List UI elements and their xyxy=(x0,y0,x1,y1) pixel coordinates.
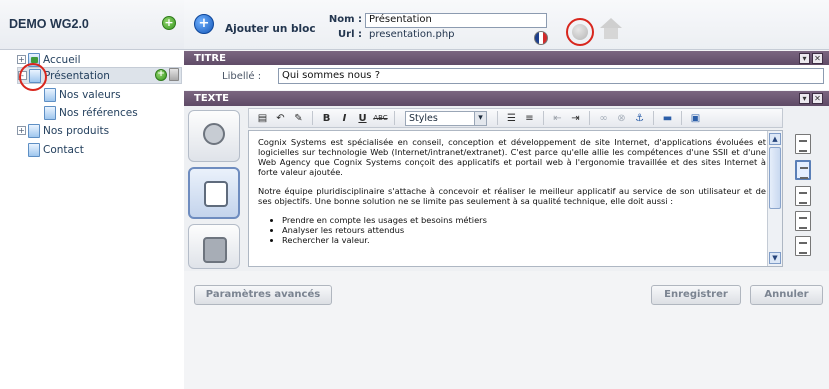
add-page-icon[interactable]: + xyxy=(162,16,176,30)
list-item: Prendre en compte les usages et besoins … xyxy=(282,215,766,225)
clean-format-icon[interactable]: ✎ xyxy=(291,111,306,126)
toolbar-divider xyxy=(497,111,498,125)
toolbar-divider xyxy=(653,111,654,125)
rich-text-document[interactable]: Cognix Systems est spécialisée en consei… xyxy=(248,130,783,267)
scroll-up-icon[interactable]: ▲ xyxy=(769,133,781,145)
tree-item-label: Nos produits xyxy=(43,124,110,137)
page-icon xyxy=(44,105,56,120)
paragraph: Cognix Systems est spécialisée en consei… xyxy=(258,137,766,177)
tab-edit[interactable] xyxy=(188,167,240,219)
collapse-section-icon[interactable]: ▾ xyxy=(799,93,810,104)
bullet-list: Prendre en compte les usages et besoins … xyxy=(282,215,766,245)
list-item: Rechercher la valeur. xyxy=(282,235,766,245)
tab-media[interactable] xyxy=(188,224,240,269)
underline-button[interactable]: U xyxy=(355,111,370,126)
scroll-down-icon[interactable]: ▼ xyxy=(769,252,781,264)
tree-item-nos-produits[interactable]: + Nos produits xyxy=(17,122,109,139)
page-icon xyxy=(28,123,40,138)
page-icon xyxy=(28,142,40,157)
layout-image-top-icon[interactable] xyxy=(795,211,811,231)
tree-item-label: Accueil xyxy=(43,53,81,66)
tab-preview[interactable] xyxy=(188,110,240,162)
advanced-settings-button[interactable]: Paramètres avancés xyxy=(194,285,332,305)
toolbar-divider xyxy=(681,111,682,125)
link-icon[interactable]: ∞ xyxy=(596,111,611,126)
magnifier-icon xyxy=(203,123,225,145)
tree-item-nos-references[interactable]: Nos références xyxy=(44,104,138,121)
page-editor-panel: + Ajouter un bloc Nom : Présentation Url… xyxy=(184,0,829,389)
indent-icon[interactable]: ⇥ xyxy=(568,111,583,126)
styles-select[interactable]: Styles xyxy=(405,110,487,126)
italic-button[interactable]: I xyxy=(337,111,352,126)
close-section-icon[interactable]: ✕ xyxy=(812,93,823,104)
bold-button[interactable]: B xyxy=(319,111,334,126)
add-block-icon[interactable]: + xyxy=(194,14,214,34)
media-icon xyxy=(203,237,227,263)
toolbar-divider xyxy=(394,111,395,125)
language-flag-icon[interactable] xyxy=(534,31,548,45)
strikethrough-button[interactable]: ABC xyxy=(373,111,388,126)
tree-item-contact[interactable]: Contact xyxy=(28,141,84,158)
add-child-page-icon[interactable]: + xyxy=(155,69,167,81)
document-content[interactable]: Cognix Systems est spécialisée en consei… xyxy=(258,137,766,245)
tree-item-label: Contact xyxy=(43,143,84,156)
highlight-circle xyxy=(19,63,47,91)
toolbar-divider xyxy=(543,111,544,125)
paragraph: Notre équipe pluridisciplinaire s'attach… xyxy=(258,186,766,206)
scrollbar-thumb[interactable] xyxy=(769,147,781,209)
site-header: DEMO WG2.0 + xyxy=(0,0,184,50)
toolbar-divider xyxy=(312,111,313,125)
rich-text-toolbar: ▤ ↶ ✎ B I U ABC Styles ☰ ≡ ⇤ ⇥ ∞ ⊗ ⚓ ▬ ▣ xyxy=(248,108,783,128)
site-title: DEMO WG2.0 xyxy=(9,17,89,31)
vertical-scrollbar[interactable]: ▲ ▼ xyxy=(767,131,782,266)
titre-section-header: TITRE ▾ ✕ xyxy=(184,51,829,66)
bulleted-list-icon[interactable]: ☰ xyxy=(504,111,519,126)
highlight-circle xyxy=(566,18,594,46)
unlink-icon[interactable]: ⊗ xyxy=(614,111,629,126)
expand-icon[interactable]: + xyxy=(17,126,26,135)
page-name-input[interactable]: Présentation xyxy=(365,13,547,28)
tree-item-label: Présentation xyxy=(44,69,110,82)
numbered-list-icon[interactable]: ≡ xyxy=(522,111,537,126)
edit-document-icon xyxy=(204,181,228,207)
site-tree-panel: DEMO WG2.0 + + Accueil - Présentation + … xyxy=(0,0,184,389)
anchor-icon[interactable]: ⚓ xyxy=(632,111,647,126)
cancel-button[interactable]: Annuler xyxy=(750,285,823,305)
nom-label: Nom : xyxy=(328,14,362,25)
trash-icon[interactable] xyxy=(169,68,179,81)
page-url: presentation.php xyxy=(369,29,455,40)
tree-item-label: Nos références xyxy=(59,106,138,119)
list-item: Analyser les retours attendus xyxy=(282,225,766,235)
paste-icon[interactable]: ▤ xyxy=(255,111,270,126)
texte-section-header: TEXTE ▾ ✕ xyxy=(184,91,829,106)
section-title: TEXTE xyxy=(194,93,230,104)
tree-item-nos-valeurs[interactable]: Nos valeurs xyxy=(44,86,121,103)
undo-icon[interactable]: ↶ xyxy=(273,111,288,126)
save-button[interactable]: Enregistrer xyxy=(651,285,741,305)
toolbar-divider xyxy=(589,111,590,125)
source-view-icon[interactable]: ▣ xyxy=(688,111,703,126)
add-block-button[interactable]: Ajouter un bloc xyxy=(225,23,316,35)
tree-item-label: Nos valeurs xyxy=(59,88,121,101)
url-label: Url : xyxy=(338,29,362,40)
outdent-icon[interactable]: ⇤ xyxy=(550,111,565,126)
libelle-label: Libellé : xyxy=(222,71,262,82)
page-icon xyxy=(44,87,56,102)
expand-icon[interactable]: + xyxy=(17,55,26,64)
page-toolbar: + Ajouter un bloc Nom : Présentation Url… xyxy=(184,0,829,50)
horizontal-rule-icon[interactable]: ▬ xyxy=(660,111,675,126)
layout-image-left-icon[interactable] xyxy=(795,160,811,180)
layout-image-right-icon[interactable] xyxy=(795,186,811,206)
close-section-icon[interactable]: ✕ xyxy=(812,53,823,64)
home-icon[interactable] xyxy=(600,18,622,28)
libelle-input[interactable]: Qui sommes nous ? xyxy=(278,68,824,84)
section-title: TITRE xyxy=(194,53,226,64)
layout-text-only-icon[interactable] xyxy=(795,134,811,154)
layout-image-bottom-icon[interactable] xyxy=(795,236,811,256)
home-icon-body xyxy=(604,28,618,39)
collapse-section-icon[interactable]: ▾ xyxy=(799,53,810,64)
